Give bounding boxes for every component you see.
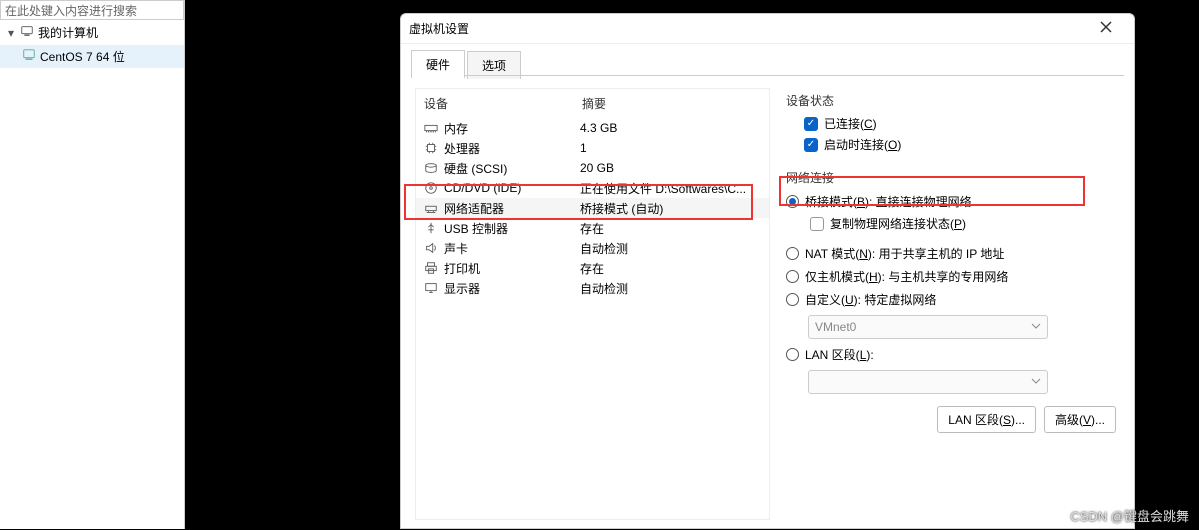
- computer-icon: [20, 24, 34, 41]
- watermark: CSDN @键盘会跳舞: [1070, 506, 1189, 525]
- connect-on-label: 启动时连接(O): [824, 136, 901, 153]
- group-network-connection: 网络连接: [784, 169, 1120, 186]
- device-summary: 桥接模式 (自动): [580, 200, 761, 217]
- group-device-status: 设备状态: [784, 92, 1120, 109]
- device-row-processor[interactable]: 处理器 1: [416, 138, 769, 158]
- device-name: 显示器: [444, 280, 580, 297]
- search-placeholder-text: 在此处键入内容进行搜索: [5, 2, 137, 19]
- custom-label: 自定义(U): 特定虚拟网络: [805, 291, 936, 308]
- tab-divider: [411, 75, 1124, 76]
- dropdown-vmnet[interactable]: VMnet0: [808, 315, 1048, 339]
- connected-label: 已连接(C): [824, 115, 877, 132]
- radio-lan-segment[interactable]: LAN 区段(L):: [784, 343, 1120, 366]
- checkbox-connect-at-poweron[interactable]: ✓ 启动时连接(O): [784, 134, 1120, 155]
- device-name: 内存: [444, 120, 580, 137]
- network-settings-pane: 设备状态 ✓ 已连接(C) ✓ 启动时连接(O) 网络连接 桥接模式(B): 直…: [784, 88, 1120, 520]
- chevron-down-icon: [1031, 320, 1041, 334]
- device-row-display[interactable]: 显示器 自动检测: [416, 278, 769, 298]
- radio-icon: [786, 247, 799, 260]
- cddvd-icon: [424, 181, 444, 195]
- my-computer-node[interactable]: ▾ 我的计算机: [0, 20, 184, 45]
- library-panel: 在此处键入内容进行搜索 ▾ 我的计算机 CentOS 7 64 位: [0, 0, 185, 529]
- sound-icon: [424, 241, 444, 255]
- cpu-icon: [424, 141, 444, 155]
- check-icon: ✓: [804, 138, 818, 152]
- printer-icon: [424, 261, 444, 275]
- device-summary: 存在: [580, 220, 761, 237]
- device-summary: 存在: [580, 260, 761, 277]
- device-row-printer[interactable]: 打印机 存在: [416, 258, 769, 278]
- device-summary: 20 GB: [580, 161, 761, 175]
- dialog-title: 虚拟机设置: [409, 20, 1086, 37]
- tabs: 硬件 选项: [401, 44, 1134, 78]
- device-name: 网络适配器: [444, 200, 580, 217]
- header-summary: 摘要: [582, 95, 606, 112]
- advanced-button[interactable]: 高级(V)...: [1044, 406, 1116, 433]
- check-icon: [810, 217, 824, 231]
- radio-hostonly[interactable]: 仅主机模式(H): 与主机共享的专用网络: [784, 265, 1120, 288]
- radio-icon: [786, 348, 799, 361]
- bridged-label: 桥接模式(B): 直接连接物理网络: [805, 193, 972, 210]
- hostonly-label: 仅主机模式(H): 与主机共享的专用网络: [805, 268, 1008, 285]
- device-name: CD/DVD (IDE): [444, 181, 580, 195]
- vm-icon: [22, 48, 36, 65]
- lan-label: LAN 区段(L):: [805, 346, 874, 363]
- lan-segments-button[interactable]: LAN 区段(S)...: [937, 406, 1036, 433]
- device-summary: 自动检测: [580, 280, 761, 297]
- radio-custom[interactable]: 自定义(U): 特定虚拟网络: [784, 288, 1120, 311]
- device-list-header: 设备 摘要: [416, 89, 769, 118]
- harddisk-icon: [424, 161, 444, 175]
- close-button[interactable]: [1086, 15, 1126, 43]
- device-name: 声卡: [444, 240, 580, 257]
- search-input[interactable]: 在此处键入内容进行搜索: [0, 0, 184, 20]
- usb-icon: [424, 221, 444, 235]
- check-icon: ✓: [804, 117, 818, 131]
- device-summary: 正在使用文件 D:\Softwares\C...: [580, 180, 761, 197]
- vm-item-centos7[interactable]: CentOS 7 64 位: [0, 45, 184, 68]
- header-device: 设备: [424, 95, 582, 112]
- replicate-label: 复制物理网络连接状态(P): [830, 215, 966, 232]
- checkbox-connected[interactable]: ✓ 已连接(C): [784, 113, 1120, 134]
- device-row-sound[interactable]: 声卡 自动检测: [416, 238, 769, 258]
- display-icon: [424, 281, 444, 295]
- titlebar: 虚拟机设置: [401, 14, 1134, 44]
- vm-item-label: CentOS 7 64 位: [40, 48, 125, 65]
- radio-bridged[interactable]: 桥接模式(B): 直接连接物理网络: [784, 190, 1120, 213]
- device-name: USB 控制器: [444, 220, 580, 237]
- nat-label: NAT 模式(N): 用于共享主机的 IP 地址: [805, 245, 1004, 262]
- device-name: 打印机: [444, 260, 580, 277]
- tab-hardware[interactable]: 硬件: [411, 50, 465, 78]
- my-computer-label: 我的计算机: [38, 24, 98, 41]
- device-summary: 4.3 GB: [580, 121, 761, 135]
- device-row-harddisk[interactable]: 硬盘 (SCSI) 20 GB: [416, 158, 769, 178]
- device-row-memory[interactable]: 内存 4.3 GB: [416, 118, 769, 138]
- radio-icon: [786, 293, 799, 306]
- device-name: 处理器: [444, 140, 580, 157]
- radio-nat[interactable]: NAT 模式(N): 用于共享主机的 IP 地址: [784, 242, 1120, 265]
- device-row-network[interactable]: 网络适配器 桥接模式 (自动): [416, 198, 769, 218]
- close-icon: [1100, 21, 1112, 36]
- device-name: 硬盘 (SCSI): [444, 160, 580, 177]
- dropdown-lan-segment[interactable]: [808, 370, 1048, 394]
- collapse-icon[interactable]: ▾: [6, 26, 16, 40]
- memory-icon: [424, 121, 444, 135]
- dropdown-value: VMnet0: [815, 320, 856, 334]
- device-row-cddvd[interactable]: CD/DVD (IDE) 正在使用文件 D:\Softwares\C...: [416, 178, 769, 198]
- radio-icon: [786, 270, 799, 283]
- vm-settings-dialog: 虚拟机设置 硬件 选项 设备 摘要 内存 4.3 GB: [400, 13, 1135, 529]
- device-row-usb[interactable]: USB 控制器 存在: [416, 218, 769, 238]
- radio-icon: [786, 195, 799, 208]
- device-summary: 自动检测: [580, 240, 761, 257]
- chevron-down-icon: [1031, 375, 1041, 389]
- checkbox-replicate-state[interactable]: 复制物理网络连接状态(P): [784, 213, 1120, 234]
- device-list-pane: 设备 摘要 内存 4.3 GB 处理器 1 硬盘 (SCSI) 20 GB: [415, 88, 770, 520]
- network-icon: [424, 201, 444, 215]
- device-summary: 1: [580, 141, 761, 155]
